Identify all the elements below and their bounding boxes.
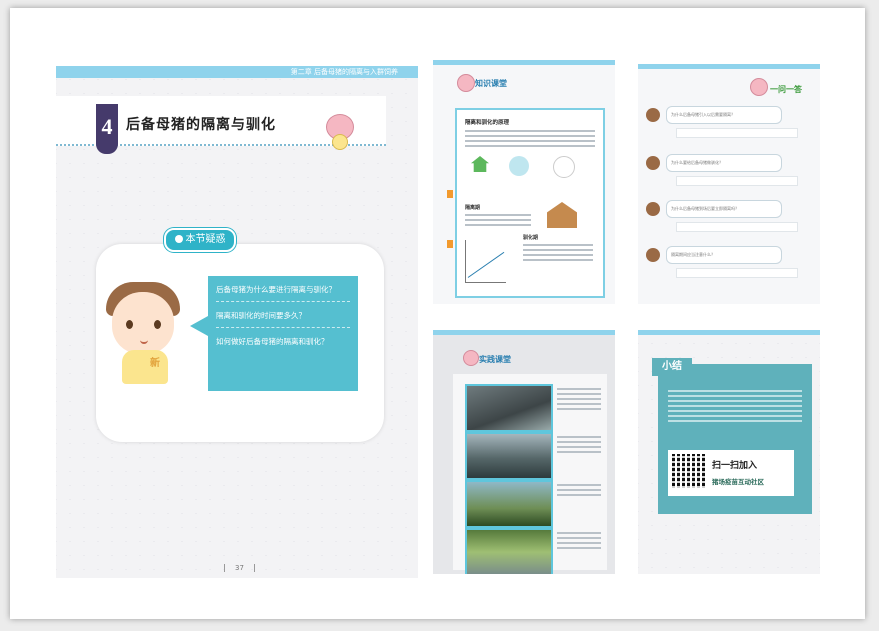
chapter-page: 第二章 后备母猪的隔离与入群饲养 4 后备母猪的隔离与驯化 本节疑惑 新 后备母…	[56, 66, 418, 578]
text-lines	[668, 390, 802, 425]
knowledge-page: 知识课堂 隔离和驯化的原理 隔离期 驯化期 ​ ​	[433, 60, 615, 304]
page-top-bar	[433, 60, 615, 65]
page-top-bar	[638, 64, 820, 69]
qa-item: 隔离期间应当注意什么？	[646, 246, 812, 278]
growth-chart-icon	[465, 240, 506, 283]
text-lines	[465, 214, 531, 229]
qa-title: 一问一答	[770, 85, 802, 94]
chapter-title: 后备母猪的隔离与驯化	[126, 117, 276, 133]
section-tag: 本节疑惑	[164, 228, 236, 252]
outdoor-photo	[465, 528, 553, 574]
qa-answer	[676, 128, 798, 138]
pig-icon	[457, 74, 475, 92]
page-number: 37	[224, 564, 255, 572]
pig-icon	[463, 350, 479, 366]
boy-avatar-icon	[646, 156, 660, 170]
summary-page: 小结 扫一扫加入 猪场疫苗互动社区	[638, 330, 820, 574]
boy-avatar-icon	[646, 202, 660, 216]
practice-page: 实践课堂	[433, 330, 615, 574]
summary-box: 小结 扫一扫加入 猪场疫苗互动社区	[652, 358, 812, 514]
question-3: 如何做好后备母猪的隔离和驯化？	[216, 337, 329, 346]
barn-photo	[465, 384, 553, 432]
question-2: 隔离和驯化的时间要多久？	[216, 310, 350, 328]
knowledge-heading: 隔离和驯化的原理	[465, 120, 510, 126]
pig-mascot-body	[332, 134, 348, 150]
text-lines	[557, 532, 601, 552]
boy-avatar-icon	[646, 248, 660, 262]
text-lines	[557, 484, 601, 499]
bullet-icon	[174, 235, 183, 243]
summary-title: 小结	[652, 358, 692, 376]
text-lines	[557, 436, 601, 456]
knowledge-title: 知识课堂	[475, 79, 507, 88]
boy-right-eye	[154, 320, 161, 329]
qa-answer	[676, 268, 798, 278]
question-1: 后备母猪为什么要进行隔离与驯化？	[216, 284, 350, 302]
qa-question: 为什么要给后备母猪做驯化？	[666, 154, 782, 172]
qa-question: 为什么后备母猪到场后要立即隔离吗？	[666, 200, 782, 218]
chapter-header-text: 第二章 后备母猪的隔离与入群饲养	[290, 68, 398, 76]
qa-answer	[676, 176, 798, 186]
pig-line-icon	[553, 156, 575, 178]
page-top-bar	[433, 330, 615, 335]
community-text: 猪场疫苗互动社区	[712, 478, 764, 486]
qa-question: 隔离期间应当注意什么？	[666, 246, 782, 264]
qr-code-icon[interactable]	[672, 454, 706, 488]
house-icon	[471, 156, 489, 172]
barn-icon	[547, 202, 577, 228]
label-isolation: 隔离期	[465, 205, 481, 211]
practice-title: 实践课堂	[479, 355, 511, 364]
qa-item: 为什么后备母猪引入以后需要隔离？	[646, 106, 812, 138]
boy-face	[112, 292, 174, 354]
boy-left-eye	[126, 320, 133, 329]
scan-text: 扫一扫加入	[712, 461, 758, 471]
pen-photo	[465, 432, 553, 480]
document-frame: 第二章 后备母猪的隔离与入群饲养 4 后备母猪的隔离与驯化 本节疑惑 新 后备母…	[10, 8, 865, 619]
orange-tag: ​	[447, 240, 453, 248]
chart-line	[467, 251, 505, 278]
feed-tower-photo	[465, 480, 553, 528]
label-acclimation: 驯化期	[523, 235, 539, 241]
page-top-bar	[638, 330, 820, 335]
questions-bubble: 后备母猪为什么要进行隔离与驯化？ 隔离和驯化的时间要多久？ 如何做好后备母猪的隔…	[190, 276, 358, 391]
orange-tag: ​	[447, 190, 453, 198]
pig-icon	[750, 78, 768, 96]
qa-item: 为什么要给后备母猪做驯化？	[646, 154, 812, 186]
text-lines	[557, 388, 601, 413]
chapter-header-bar: 第二章 后备母猪的隔离与入群饲养	[56, 66, 418, 78]
boy-shirt: 新	[122, 350, 168, 384]
qa-page: 一问一答 为什么后备母猪引入以后需要隔离？ 为什么要给后备母猪做驯化？ 为什么后…	[638, 64, 820, 304]
qa-item: 为什么后备母猪到场后要立即隔离吗？	[646, 200, 812, 232]
chapter-number: 4	[96, 104, 118, 154]
boy-avatar-icon	[646, 108, 660, 122]
practice-panel	[453, 374, 607, 574]
qr-card: 扫一扫加入 猪场疫苗互动社区	[668, 450, 794, 496]
section-tag-label: 本节疑惑	[185, 234, 226, 245]
knowledge-banner: 隔离和驯化的原理 隔离期 驯化期	[455, 108, 605, 298]
qa-answer	[676, 222, 798, 232]
shirt-character: 新	[150, 358, 160, 369]
syringe-icon	[509, 156, 529, 176]
qa-question: 为什么后备母猪引入以后需要隔离？	[666, 106, 782, 124]
text-lines	[465, 130, 595, 150]
text-lines	[523, 244, 593, 264]
